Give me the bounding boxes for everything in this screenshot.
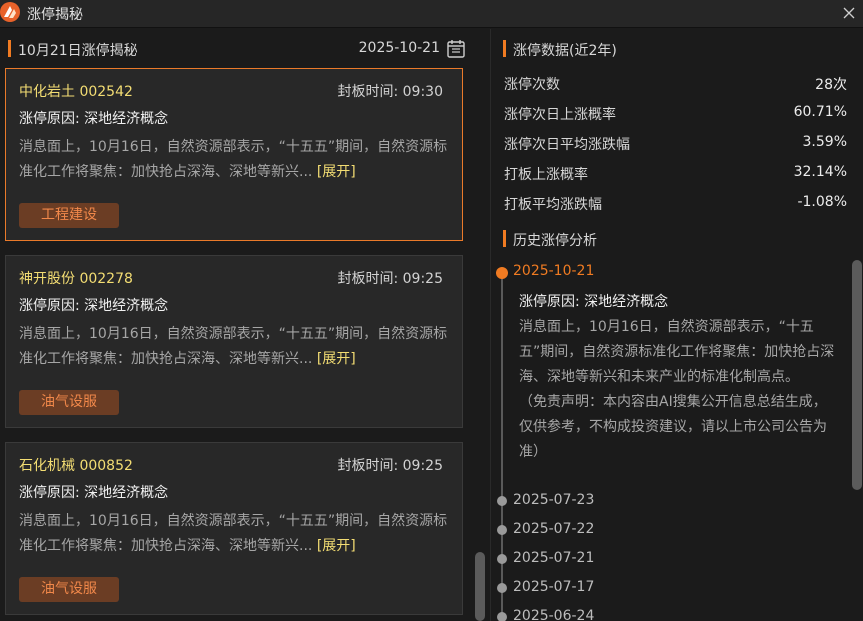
- industry-tag[interactable]: 油气设服: [19, 390, 119, 415]
- history-description: 消息面上，10月16日，自然资源部表示，“十五五”期间，自然资源标准化工作将聚焦…: [519, 315, 839, 465]
- title-bar: 涨停揭秘: [0, 0, 863, 28]
- timeline-dot: [497, 525, 507, 535]
- timeline-date-active[interactable]: 2025-10-21: [513, 263, 594, 279]
- stat-value: -1.08%: [797, 194, 847, 210]
- stats-title: 涨停数据(近2年): [513, 43, 617, 59]
- timeline-line: [501, 277, 503, 621]
- stat-row: 涨停次日平均涨跌幅 3.59%: [504, 134, 847, 156]
- section-title: 10月21日涨停揭秘: [18, 43, 138, 59]
- news-description: 消息面上，10月16日，自然资源部表示，“十五五”期间，自然资源标准化工作将聚焦…: [19, 135, 451, 185]
- limit-up-reason: 涨停原因: 深地经济概念: [19, 111, 169, 127]
- timeline-dot: [497, 554, 507, 564]
- timeline-date[interactable]: 2025-07-21: [513, 550, 594, 566]
- app-logo-icon: [0, 2, 20, 22]
- timeline-dot: [497, 612, 507, 621]
- calendar-icon[interactable]: [446, 39, 466, 59]
- date-label: 2025-10-21: [358, 40, 440, 56]
- stat-row: 打板上涨概率 32.14%: [504, 164, 847, 186]
- left-scrollbar[interactable]: [475, 552, 485, 621]
- stats-header: 涨停数据(近2年): [503, 39, 803, 59]
- section-accent-bar: [503, 40, 506, 57]
- limit-up-reason: 涨停原因: 深地经济概念: [19, 485, 169, 501]
- stats-panel: 涨停数据(近2年) 涨停次数 28次 涨停次日上涨概率 60.71% 涨停次日平…: [490, 29, 863, 621]
- stat-label: 打板上涨概率: [504, 167, 588, 183]
- stat-row: 涨停次数 28次: [504, 74, 847, 96]
- stock-card[interactable]: 神开股份 002278 封板时间: 09:25 涨停原因: 深地经济概念 消息面…: [5, 255, 463, 428]
- industry-tag[interactable]: 油气设服: [19, 577, 119, 602]
- stat-row: 打板平均涨跌幅 -1.08%: [504, 194, 847, 216]
- stat-value: 28次: [815, 77, 847, 93]
- right-scrollbar[interactable]: [852, 260, 862, 490]
- section-accent-bar: [503, 230, 506, 247]
- timeline-date[interactable]: 2025-07-23: [513, 492, 594, 508]
- stock-name[interactable]: 石化机械 000852: [19, 455, 133, 475]
- stat-label: 涨停次日上涨概率: [504, 107, 616, 123]
- stock-card[interactable]: 中化岩土 002542 封板时间: 09:30 涨停原因: 深地经济概念 消息面…: [5, 68, 463, 241]
- expand-link[interactable]: [展开]: [317, 538, 356, 554]
- history-header: 历史涨停分析: [503, 229, 803, 249]
- stat-row: 涨停次日上涨概率 60.71%: [504, 104, 847, 126]
- limit-up-list-header: 10月21日涨停揭秘 2025-10-21: [8, 39, 468, 59]
- stat-label: 涨停次日平均涨跌幅: [504, 137, 630, 153]
- expand-link[interactable]: [展开]: [317, 351, 356, 367]
- timeline-dot: [497, 496, 507, 506]
- news-text: 消息面上，10月16日，自然资源部表示，“十五五”期间，自然资源标准化工作将聚焦…: [19, 513, 448, 554]
- news-text: 消息面上，10月16日，自然资源部表示，“十五五”期间，自然资源标准化工作将聚焦…: [19, 139, 448, 180]
- stat-value: 32.14%: [793, 164, 847, 180]
- timeline-dot-active: [496, 267, 508, 279]
- section-accent-bar: [8, 40, 11, 57]
- disclaimer-text: （免责声明：本内容由AI搜集公开信息总结生成，仅供参考，不构成投资建议，请以上市…: [519, 394, 827, 460]
- timeline-dot: [497, 583, 507, 593]
- history-reason: 涨停原因: 深地经济概念: [519, 294, 669, 310]
- seal-time: 封板时间: 09:25: [337, 271, 443, 287]
- timeline-date[interactable]: 2025-07-17: [513, 579, 594, 595]
- limit-up-list-panel: 10月21日涨停揭秘 2025-10-21 中化岩土 002542 封板时间: …: [0, 29, 475, 621]
- close-icon: [843, 7, 855, 19]
- industry-tag[interactable]: 工程建设: [19, 203, 119, 228]
- close-button[interactable]: [835, 0, 863, 26]
- seal-time: 封板时间: 09:30: [337, 84, 443, 100]
- history-news-text: 消息面上，10月16日，自然资源部表示，“十五五”期间，自然资源标准化工作将聚焦…: [519, 319, 835, 385]
- stock-name[interactable]: 神开股份 002278: [19, 268, 133, 288]
- stock-card[interactable]: 石化机械 000852 封板时间: 09:25 涨停原因: 深地经济概念 消息面…: [5, 442, 463, 615]
- timeline-date[interactable]: 2025-07-22: [513, 521, 594, 537]
- history-title: 历史涨停分析: [513, 233, 597, 249]
- stock-name[interactable]: 中化岩土 002542: [19, 81, 133, 101]
- stat-value: 60.71%: [793, 104, 847, 120]
- expand-link[interactable]: [展开]: [317, 164, 356, 180]
- timeline-date[interactable]: 2025-06-24: [513, 608, 594, 621]
- limit-up-reason: 涨停原因: 深地经济概念: [19, 298, 169, 314]
- news-description: 消息面上，10月16日，自然资源部表示，“十五五”期间，自然资源标准化工作将聚焦…: [19, 322, 451, 372]
- news-description: 消息面上，10月16日，自然资源部表示，“十五五”期间，自然资源标准化工作将聚焦…: [19, 509, 451, 559]
- seal-time: 封板时间: 09:25: [337, 458, 443, 474]
- stat-value: 3.59%: [802, 134, 847, 150]
- news-text: 消息面上，10月16日，自然资源部表示，“十五五”期间，自然资源标准化工作将聚焦…: [19, 326, 448, 367]
- stat-label: 打板平均涨跌幅: [504, 197, 602, 213]
- stat-label: 涨停次数: [504, 77, 560, 93]
- window-title: 涨停揭秘: [27, 7, 83, 23]
